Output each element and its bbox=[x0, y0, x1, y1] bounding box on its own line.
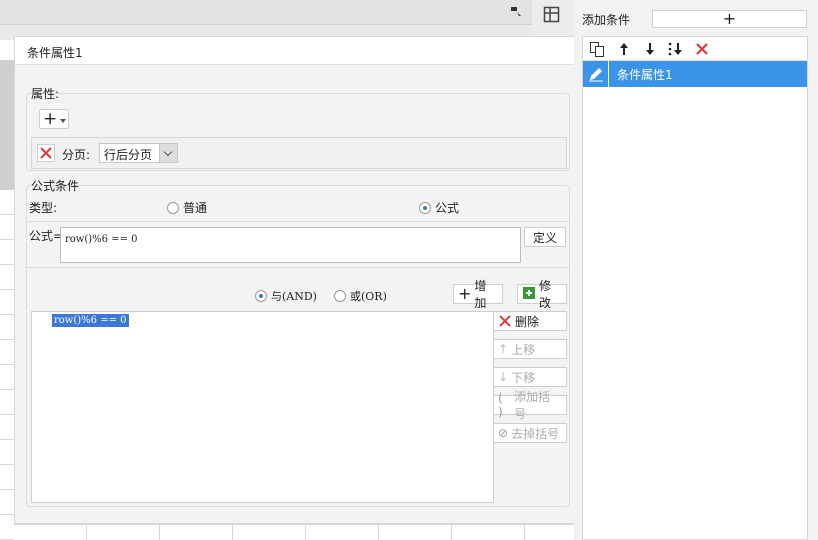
move-up-button[interactable]: ↑ 上移 bbox=[493, 339, 567, 359]
page-break-row: 分页: 行后分页 bbox=[31, 137, 567, 169]
separator bbox=[608, 61, 609, 87]
add-bracket-label: 添加括号 bbox=[514, 390, 551, 421]
type-formula-radio[interactable]: 公式 bbox=[419, 199, 459, 216]
arrow-down-icon: ↓ bbox=[498, 370, 509, 384]
condition-list[interactable]: row()%6 == 0 bbox=[31, 311, 494, 503]
sheet-row-headers bbox=[0, 40, 14, 540]
condition-attributes-dialog: 条件属性1 属性: + 分页: 行后分页 公式条件 类型: 普通 公式 公式= … bbox=[14, 36, 583, 524]
remove-bracket-icon: ⊘ bbox=[498, 426, 509, 440]
move-down-label: 下移 bbox=[511, 370, 536, 385]
condition-item-label: 条件属性1 bbox=[617, 68, 673, 82]
delete-icon[interactable] bbox=[694, 41, 710, 57]
plus-icon: + bbox=[458, 284, 472, 303]
add-condition-button[interactable]: + 增加 bbox=[453, 279, 503, 310]
remove-bracket-button[interactable]: ⊘ 去掉括号 bbox=[493, 423, 567, 443]
page-break-value: 行后分页 bbox=[104, 148, 153, 162]
or-radio[interactable]: 或(OR) bbox=[334, 288, 387, 304]
type-label: 类型: bbox=[29, 201, 58, 215]
modify-condition-button[interactable]: 修改 bbox=[517, 279, 567, 310]
radio-selected-icon bbox=[419, 201, 431, 214]
modify-icon bbox=[522, 286, 536, 303]
move-down-button[interactable]: ↓ 下移 bbox=[493, 367, 567, 387]
close-icon bbox=[40, 147, 52, 159]
condition-item[interactable]: row()%6 == 0 bbox=[52, 314, 129, 327]
arrow-up-icon: ↑ bbox=[498, 342, 509, 356]
condition-panel: 添加条件 + 条件属性1 bbox=[574, 0, 818, 540]
caret-down-icon bbox=[60, 119, 66, 123]
remove-bracket-label: 去掉括号 bbox=[511, 426, 560, 441]
list-toolbar bbox=[583, 37, 807, 61]
background-toolbar bbox=[0, 0, 532, 25]
edit-icon[interactable] bbox=[587, 65, 605, 83]
formula-label: 公式= bbox=[29, 229, 64, 243]
close-icon bbox=[499, 315, 511, 327]
formula-text: row()%6 == 0 bbox=[65, 234, 138, 245]
type-normal-radio[interactable]: 普通 bbox=[167, 199, 207, 216]
delete-condition-button[interactable]: 删除 bbox=[493, 311, 567, 331]
move-up-label: 上移 bbox=[511, 342, 536, 357]
arrow-down-icon[interactable] bbox=[642, 41, 658, 57]
attributes-label: 属性: bbox=[31, 87, 60, 101]
format-painter-icon[interactable] bbox=[508, 4, 524, 20]
condition-attribute-list: 条件属性1 bbox=[582, 36, 808, 540]
define-label: 定义 bbox=[532, 230, 557, 245]
page-label: 分页: bbox=[62, 148, 91, 162]
move-bottom-icon[interactable] bbox=[667, 41, 683, 57]
radio-icon bbox=[334, 290, 346, 302]
radio-selected-icon bbox=[255, 290, 267, 302]
type-formula-label: 公式 bbox=[435, 201, 460, 215]
or-label: 或(OR) bbox=[350, 290, 387, 303]
add-condition-title: 添加条件 bbox=[582, 13, 631, 27]
freeze-pane-icon[interactable] bbox=[543, 6, 561, 24]
delete-label: 删除 bbox=[515, 314, 540, 329]
add-bracket-button[interactable]: ( ) 添加括号 bbox=[493, 390, 567, 421]
formula-input[interactable]: row()%6 == 0 bbox=[60, 227, 521, 263]
formula-condition-label: 公式条件 bbox=[31, 179, 80, 193]
dialog-title: 条件属性1 bbox=[15, 37, 582, 65]
remove-attribute-button[interactable] bbox=[37, 144, 55, 162]
plus-icon: + bbox=[43, 109, 58, 129]
divider bbox=[27, 267, 569, 268]
add-condition-button[interactable]: + bbox=[652, 10, 807, 28]
bracket-icon: ( ) bbox=[498, 391, 503, 419]
chevron-down-icon bbox=[159, 144, 177, 162]
and-label: 与(AND) bbox=[271, 290, 317, 303]
page-break-select[interactable]: 行后分页 bbox=[99, 143, 178, 163]
sheet-grid bbox=[14, 524, 574, 540]
add-label: 增加 bbox=[474, 279, 487, 310]
copy-icon[interactable] bbox=[589, 41, 605, 57]
arrow-up-icon[interactable] bbox=[616, 41, 632, 57]
condition-item-selected[interactable]: 条件属性1 bbox=[583, 61, 807, 87]
modify-label: 修改 bbox=[539, 279, 552, 310]
divider bbox=[27, 221, 569, 222]
add-attribute-dropdown[interactable]: + bbox=[39, 109, 69, 129]
and-radio[interactable]: 与(AND) bbox=[255, 288, 317, 304]
define-button[interactable]: 定义 bbox=[524, 227, 566, 247]
radio-icon bbox=[167, 201, 179, 214]
type-normal-label: 普通 bbox=[183, 201, 208, 215]
